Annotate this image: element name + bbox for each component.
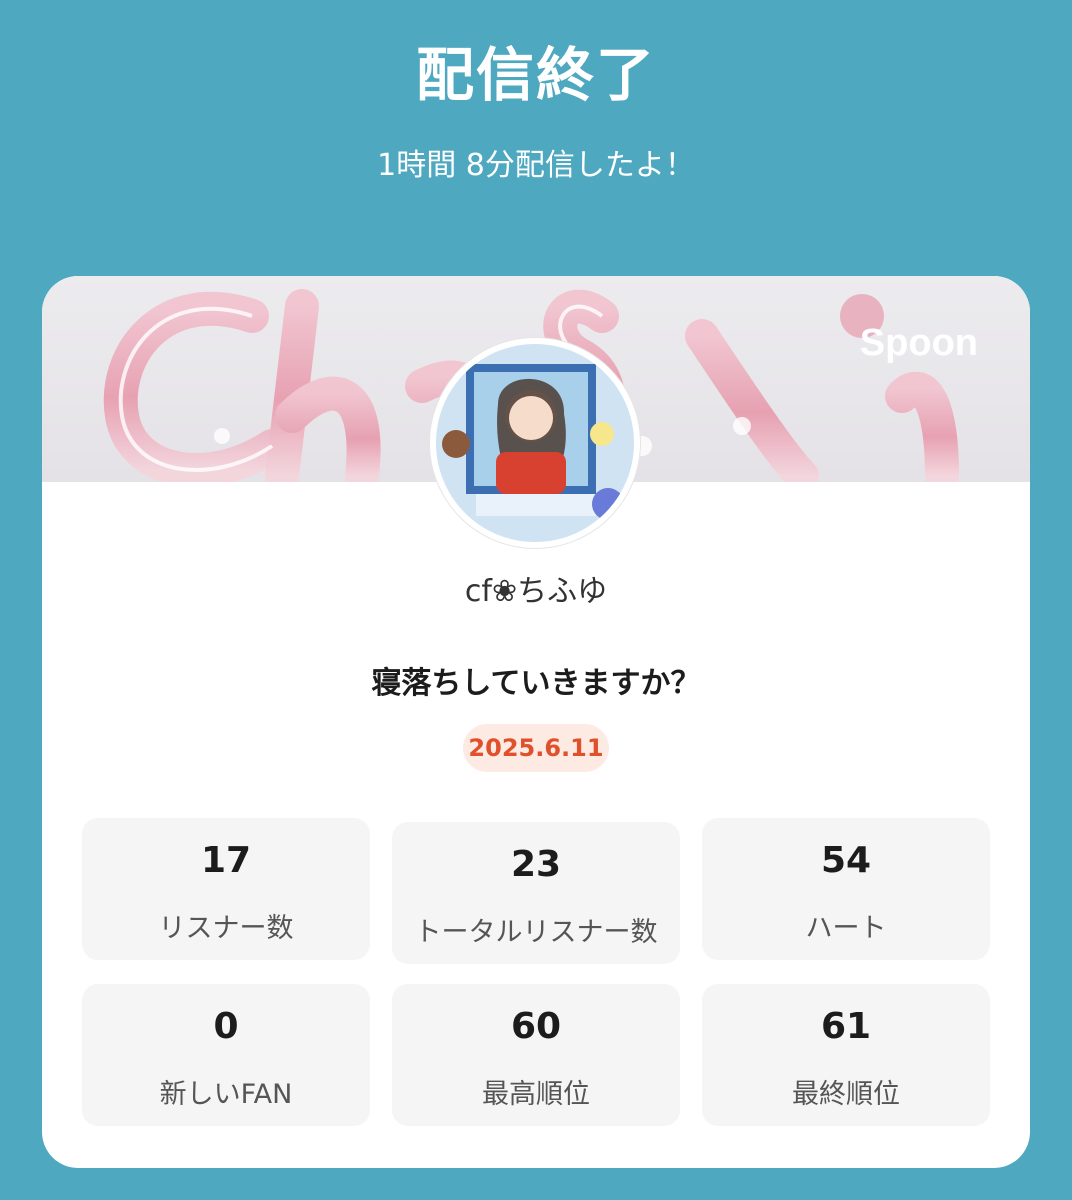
stat-final-rank: 61 最終順位 xyxy=(702,984,990,1126)
stat-label: リスナー数 xyxy=(158,913,294,944)
stat-label: 最終順位 xyxy=(792,1079,900,1110)
stat-label: 新しいFAN xyxy=(159,1079,293,1110)
stat-value: 17 xyxy=(200,840,252,881)
username: cf❀ちふゆ xyxy=(464,574,608,609)
page-title: 配信終了 xyxy=(415,41,656,109)
stat-hearts: 54 ハート xyxy=(702,818,990,960)
stat-label: トータルリスナー数 xyxy=(414,917,658,948)
stat-label: 最高順位 xyxy=(482,1079,590,1110)
stat-value: 60 xyxy=(510,1006,562,1047)
sleep-prompt: 寝落ちしていきますか？ xyxy=(371,666,701,701)
stat-total-listeners: 23 トータルリスナー数 xyxy=(392,822,680,964)
spoon-logo: Spoon xyxy=(859,322,978,364)
avatar[interactable] xyxy=(430,338,640,548)
stat-label: ハート xyxy=(805,913,887,944)
stat-value: 61 xyxy=(820,1006,872,1047)
stat-new-fans: 0 新しいFAN xyxy=(82,984,370,1126)
stat-value: 23 xyxy=(510,844,562,885)
stat-value: 0 xyxy=(213,1006,239,1047)
stat-value: 54 xyxy=(820,840,872,881)
broadcast-summary-card: Spoon cf❀ちふゆ 寝落ちしていきますか？ 2025.6.11 17 リス… xyxy=(42,276,1030,1168)
avatar-image xyxy=(436,344,634,542)
stat-listeners: 17 リスナー数 xyxy=(82,818,370,960)
stat-highest-rank: 60 最高順位 xyxy=(392,984,680,1126)
date-badge: 2025.6.11 xyxy=(463,724,609,772)
duration-message: 1時間 8分配信したよ！ xyxy=(377,148,695,183)
